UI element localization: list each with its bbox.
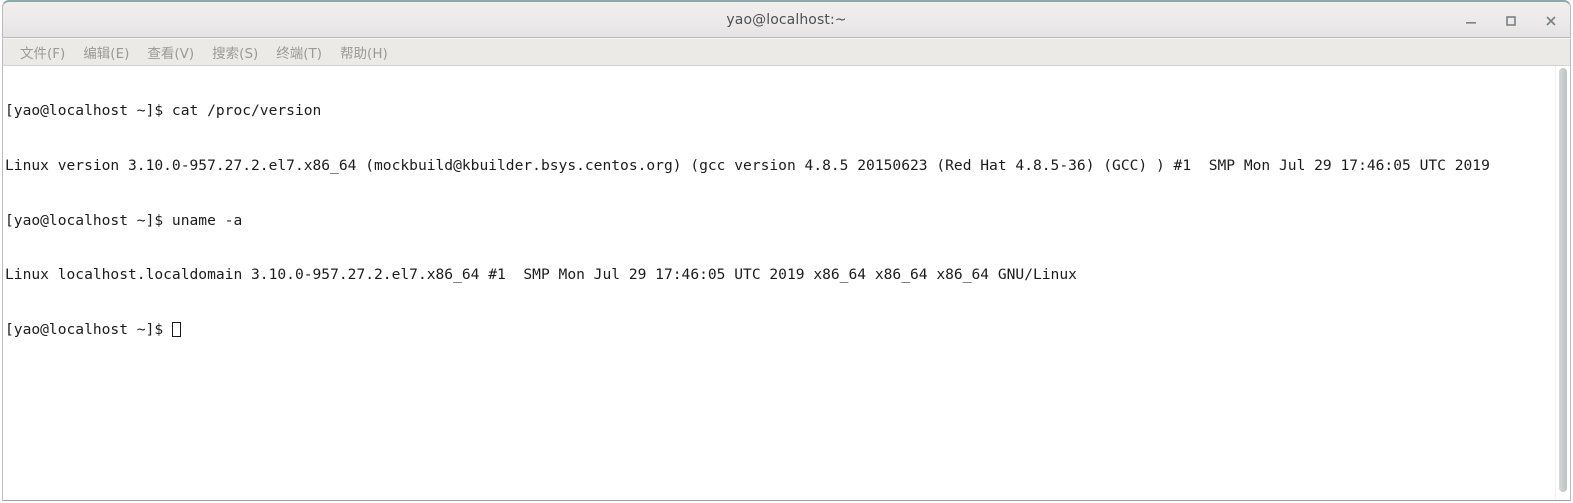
menu-item-terminal[interactable]: 终端(T) bbox=[267, 39, 331, 66]
menu-item-edit[interactable]: 编辑(E) bbox=[74, 39, 138, 66]
terminal-line: Linux localhost.localdomain 3.10.0-957.2… bbox=[5, 266, 1077, 284]
title-bar[interactable]: yao@localhost:~ bbox=[2, 0, 1571, 38]
close-button[interactable] bbox=[1542, 12, 1560, 30]
minimize-button[interactable] bbox=[1462, 12, 1480, 30]
terminal-line: [yao@localhost ~]$ cat /proc/version bbox=[5, 102, 322, 120]
menu-item-help[interactable]: 帮助(H) bbox=[331, 39, 397, 66]
menu-bar: 文件(F) 编辑(E) 查看(V) 搜索(S) 终端(T) 帮助(H) bbox=[2, 38, 1571, 66]
scrollbar-thumb[interactable] bbox=[1559, 68, 1567, 492]
menu-item-search[interactable]: 搜索(S) bbox=[203, 39, 267, 66]
terminal-scrollbar[interactable] bbox=[1555, 66, 1570, 500]
terminal-window: yao@localhost:~ 文件(F) 编辑(E) 查看(V) 搜索(S) … bbox=[0, 0, 1573, 503]
terminal-line: [yao@localhost ~]$ uname -a bbox=[5, 211, 243, 229]
menu-item-view[interactable]: 查看(V) bbox=[138, 39, 203, 66]
terminal-cursor bbox=[171, 321, 181, 337]
terminal-line: Linux version 3.10.0-957.27.2.el7.x86_64… bbox=[5, 157, 1490, 174]
terminal-prompt: [yao@localhost ~]$ bbox=[5, 320, 172, 338]
menu-item-file[interactable]: 文件(F) bbox=[11, 39, 74, 66]
window-title: yao@localhost:~ bbox=[726, 11, 847, 28]
terminal-content-area[interactable]: [yao@localhost ~]$ cat /proc/version Lin… bbox=[2, 66, 1571, 501]
terminal-output: [yao@localhost ~]$ cat /proc/version Lin… bbox=[5, 66, 1554, 375]
window-controls bbox=[1462, 2, 1560, 40]
terminal-prompt-line: [yao@localhost ~]$ bbox=[5, 321, 1554, 339]
maximize-button[interactable] bbox=[1502, 12, 1520, 30]
